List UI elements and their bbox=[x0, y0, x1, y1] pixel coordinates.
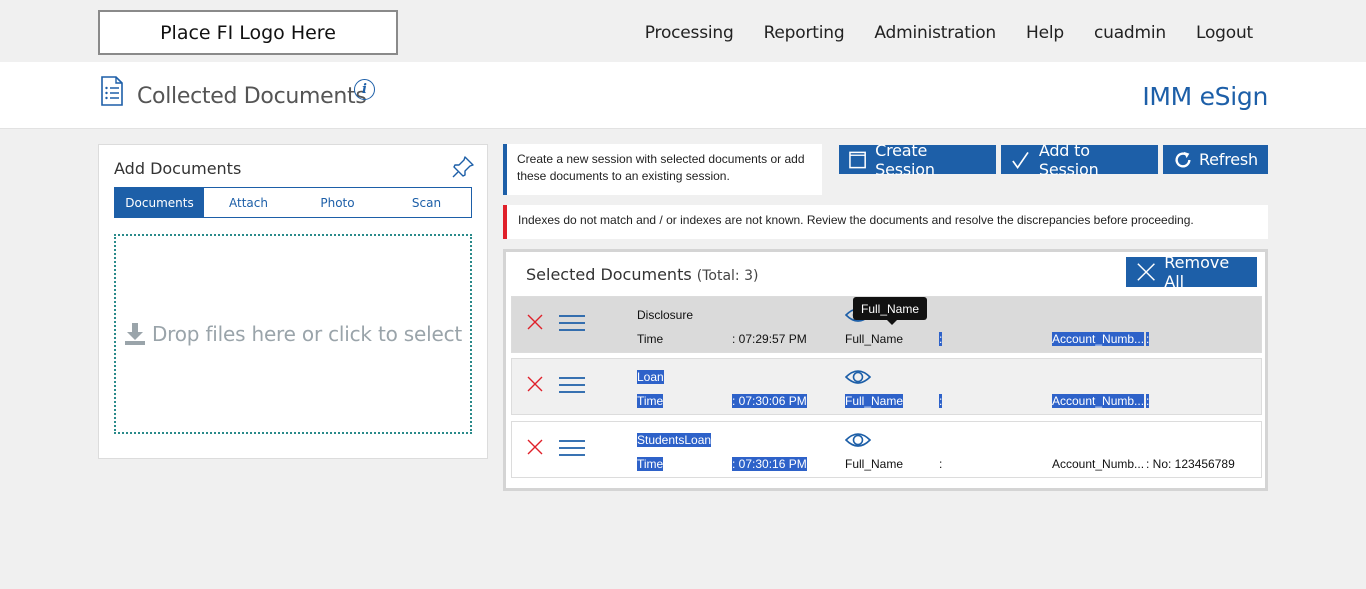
hamburger-menu-icon[interactable] bbox=[559, 439, 585, 457]
add-documents-title: Add Documents bbox=[114, 159, 242, 178]
fullname-label: Full_Name bbox=[845, 394, 904, 408]
fullname-value: : bbox=[939, 332, 943, 346]
add-documents-tabs: Documents Attach Photo Scan bbox=[114, 187, 472, 218]
fullname-tooltip: Full_Name bbox=[853, 297, 928, 325]
selected-documents-panel: Selected Documents (Total: 3) Remove All… bbox=[503, 249, 1268, 491]
refresh-label: Refresh bbox=[1198, 150, 1258, 169]
tab-photo[interactable]: Photo bbox=[293, 188, 382, 217]
logo-placeholder: Place FI Logo Here bbox=[98, 10, 398, 55]
account-value: : bbox=[1146, 394, 1150, 408]
time-label: Time bbox=[637, 457, 664, 471]
info-icon[interactable]: i bbox=[354, 79, 375, 100]
nav-logout[interactable]: Logout bbox=[1196, 23, 1253, 43]
refresh-icon bbox=[1175, 151, 1191, 167]
dropzone-label: Drop files here or click to select bbox=[151, 322, 463, 346]
tab-attach[interactable]: Attach bbox=[204, 188, 293, 217]
account-value: : No: 123456789 bbox=[1146, 457, 1235, 471]
page-header: Collected Documents i IMM eSign bbox=[0, 62, 1366, 129]
top-navbar: Place FI Logo Here Processing Reporting … bbox=[0, 0, 1366, 62]
time-label: Time bbox=[637, 394, 664, 408]
refresh-button[interactable]: Refresh bbox=[1163, 145, 1268, 174]
remove-all-label: Remove All bbox=[1164, 253, 1230, 291]
fullname-value: : bbox=[939, 394, 943, 408]
nav-processing[interactable]: Processing bbox=[645, 23, 734, 43]
error-message: Indexes do not match and / or indexes ar… bbox=[503, 205, 1268, 239]
selected-total: (Total: 3) bbox=[696, 268, 759, 284]
document-name: StudentsLoan bbox=[637, 433, 712, 447]
time-label: Time bbox=[637, 332, 664, 346]
document-row[interactable]: Loan Time : 07:30:06 PM Full_Name : Acco… bbox=[511, 358, 1262, 415]
create-session-button[interactable]: Create Session bbox=[839, 141, 996, 179]
remove-all-button[interactable]: Remove All bbox=[1126, 253, 1257, 291]
download-icon bbox=[124, 323, 145, 345]
selected-title-text: Selected Documents bbox=[526, 265, 692, 284]
nav-reporting[interactable]: Reporting bbox=[764, 23, 845, 43]
brand-name: IMM eSign bbox=[1142, 82, 1268, 111]
eye-icon[interactable] bbox=[845, 368, 871, 386]
close-icon bbox=[1137, 263, 1155, 281]
fullname-label: Full_Name bbox=[845, 457, 904, 471]
main-nav: Processing Reporting Administration Help… bbox=[615, 23, 1253, 43]
hamburger-menu-icon[interactable] bbox=[559, 376, 585, 394]
file-dropzone[interactable]: Drop files here or click to select bbox=[114, 234, 472, 434]
nav-help[interactable]: Help bbox=[1026, 23, 1064, 43]
selected-documents-title: Selected Documents (Total: 3) bbox=[526, 265, 758, 284]
time-value: : 07:29:57 PM bbox=[732, 332, 807, 346]
square-icon bbox=[849, 151, 866, 168]
remove-icon[interactable] bbox=[526, 313, 544, 331]
remove-icon[interactable] bbox=[526, 438, 544, 456]
account-label: Account_Numb... bbox=[1052, 457, 1145, 471]
tab-scan[interactable]: Scan bbox=[382, 188, 471, 217]
fullname-value: : bbox=[939, 457, 943, 471]
add-to-session-button[interactable]: Add to Session bbox=[1001, 141, 1158, 179]
add-documents-panel: Add Documents Documents Attach Photo Sca… bbox=[98, 144, 488, 459]
info-message: Create a new session with selected docum… bbox=[503, 144, 822, 195]
document-name: Disclosure bbox=[637, 308, 694, 322]
eye-icon[interactable] bbox=[845, 431, 871, 449]
nav-administration[interactable]: Administration bbox=[874, 23, 996, 43]
create-session-label: Create Session bbox=[875, 140, 935, 179]
nav-user[interactable]: cuadmin bbox=[1094, 23, 1166, 43]
document-row[interactable]: StudentsLoan Time : 07:30:16 PM Full_Nam… bbox=[511, 421, 1262, 478]
checkmark-icon bbox=[1012, 151, 1029, 169]
time-value: : 07:30:16 PM bbox=[732, 457, 807, 471]
add-to-session-label: Add to Session bbox=[1038, 140, 1099, 179]
account-value: : bbox=[1146, 332, 1150, 346]
fullname-label: Full_Name bbox=[845, 332, 904, 346]
account-label: Account_Numb... bbox=[1052, 394, 1145, 408]
page-title: Collected Documents bbox=[137, 84, 367, 109]
account-label: Account_Numb... bbox=[1052, 332, 1145, 346]
remove-icon[interactable] bbox=[526, 375, 544, 393]
time-value: : 07:30:06 PM bbox=[732, 394, 807, 408]
document-list-icon bbox=[101, 76, 123, 106]
pin-icon[interactable] bbox=[451, 155, 475, 179]
tab-documents[interactable]: Documents bbox=[115, 188, 204, 217]
hamburger-menu-icon[interactable] bbox=[559, 314, 585, 332]
document-name: Loan bbox=[637, 370, 664, 384]
